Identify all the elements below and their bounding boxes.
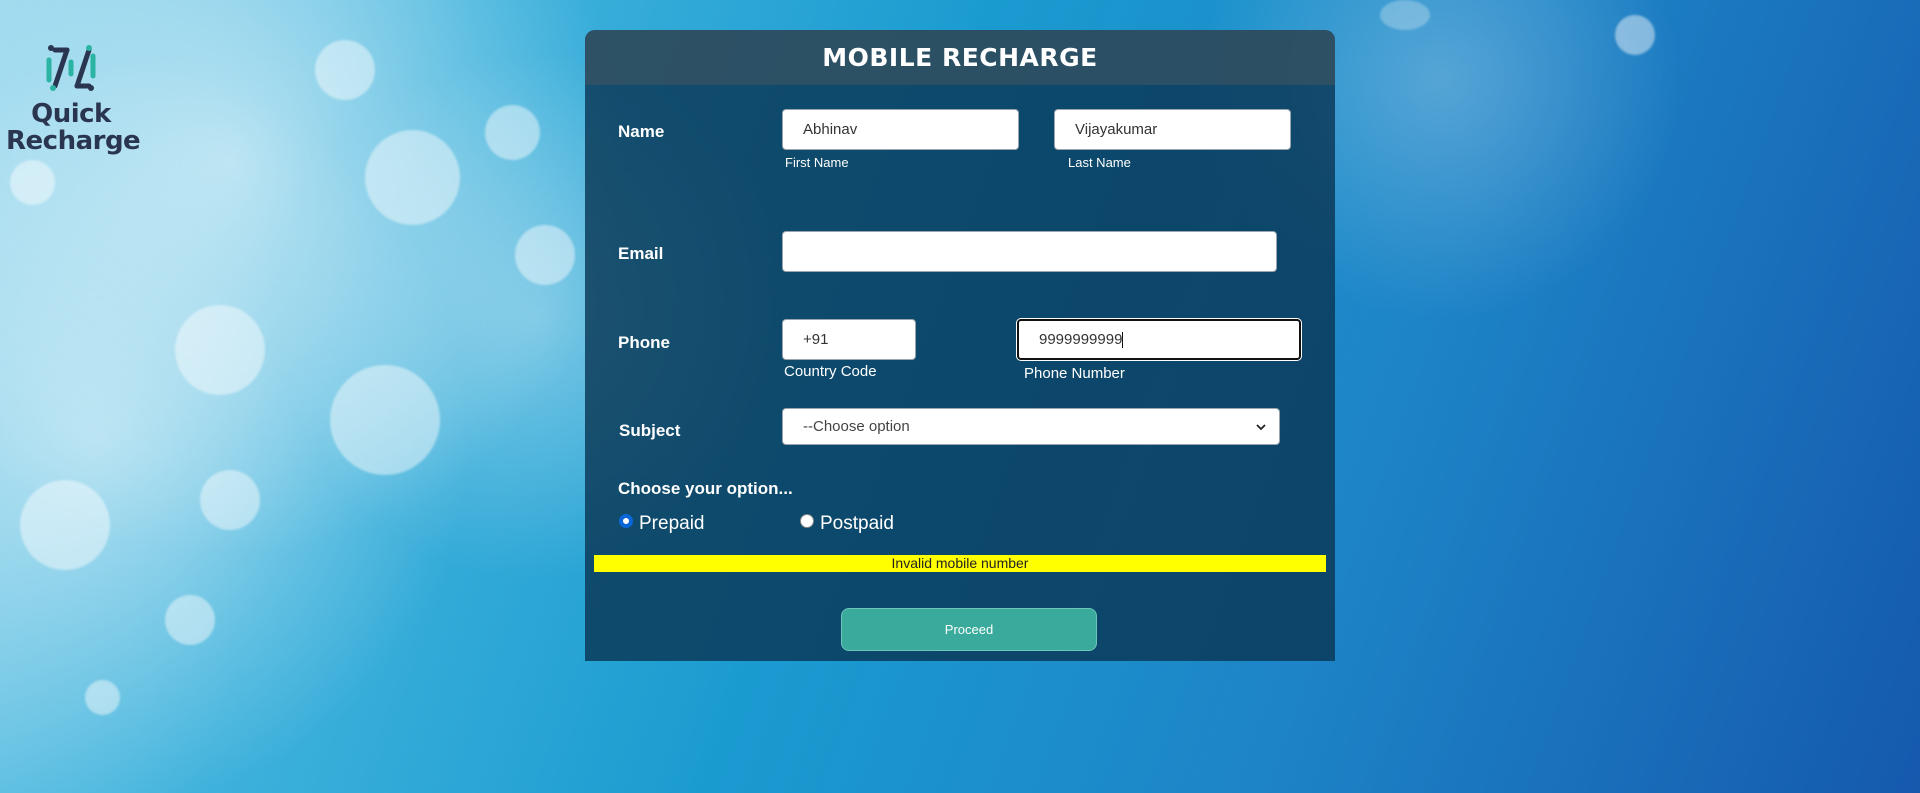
bokeh-light xyxy=(485,105,540,160)
bokeh-light xyxy=(315,40,375,100)
phone-label: Phone xyxy=(618,333,670,352)
phone-number-value: 9999999999 xyxy=(1039,331,1123,348)
quick-recharge-logo: Quick Recharge xyxy=(6,40,141,156)
bokeh-light xyxy=(1615,15,1655,55)
bokeh-light xyxy=(330,365,440,475)
last-name-input[interactable]: Vijayakumar xyxy=(1054,109,1291,150)
subject-select[interactable]: --Choose option xyxy=(782,408,1280,445)
first-name-sublabel: First Name xyxy=(785,155,849,170)
bokeh-light xyxy=(85,680,120,715)
last-name-value: Vijayakumar xyxy=(1075,121,1158,138)
postpaid-radio-option[interactable]: Postpaid xyxy=(800,513,894,535)
chevron-down-icon xyxy=(1256,423,1266,430)
logo-mark-icon xyxy=(46,45,96,91)
email-label: Email xyxy=(618,244,664,263)
bokeh-light xyxy=(1380,0,1430,30)
proceed-button[interactable]: Proceed xyxy=(841,608,1097,651)
postpaid-label: Postpaid xyxy=(820,513,894,534)
subject-label: Subject xyxy=(619,421,681,440)
phone-number-input[interactable]: 9999999999 xyxy=(1017,319,1301,360)
bokeh-light xyxy=(20,480,110,570)
text-cursor xyxy=(1122,331,1124,348)
error-message: Invalid mobile number xyxy=(594,555,1326,572)
name-label: Name xyxy=(618,122,665,141)
bokeh-light xyxy=(200,470,260,530)
prepaid-radio-option[interactable]: Prepaid xyxy=(619,513,705,535)
prepaid-label: Prepaid xyxy=(639,513,705,534)
subject-selected-value: --Choose option xyxy=(803,418,910,435)
recharge-form-panel: MOBILE RECHARGE Name Abhinav First Name … xyxy=(585,30,1335,661)
country-code-input[interactable]: +91 xyxy=(782,319,916,360)
bokeh-light xyxy=(365,130,460,225)
logo-text-line2: Recharge xyxy=(6,126,141,156)
bokeh-light xyxy=(165,595,215,645)
first-name-value: Abhinav xyxy=(803,121,858,138)
phone-number-sublabel: Phone Number xyxy=(1024,365,1125,382)
option-heading: Choose your option... xyxy=(618,479,793,498)
last-name-sublabel: Last Name xyxy=(1068,155,1131,170)
logo-text-line1: Quick xyxy=(31,99,111,129)
bokeh-light xyxy=(515,225,575,285)
postpaid-radio[interactable] xyxy=(800,514,814,528)
bokeh-light xyxy=(175,305,265,395)
bokeh-light xyxy=(10,160,55,205)
first-name-input[interactable]: Abhinav xyxy=(782,109,1019,150)
country-code-sublabel: Country Code xyxy=(784,363,877,380)
country-code-value: +91 xyxy=(803,331,829,348)
form-title: MOBILE RECHARGE xyxy=(822,43,1098,72)
email-input[interactable] xyxy=(782,231,1277,272)
prepaid-radio[interactable] xyxy=(619,514,633,528)
panel-header: MOBILE RECHARGE xyxy=(585,30,1335,85)
